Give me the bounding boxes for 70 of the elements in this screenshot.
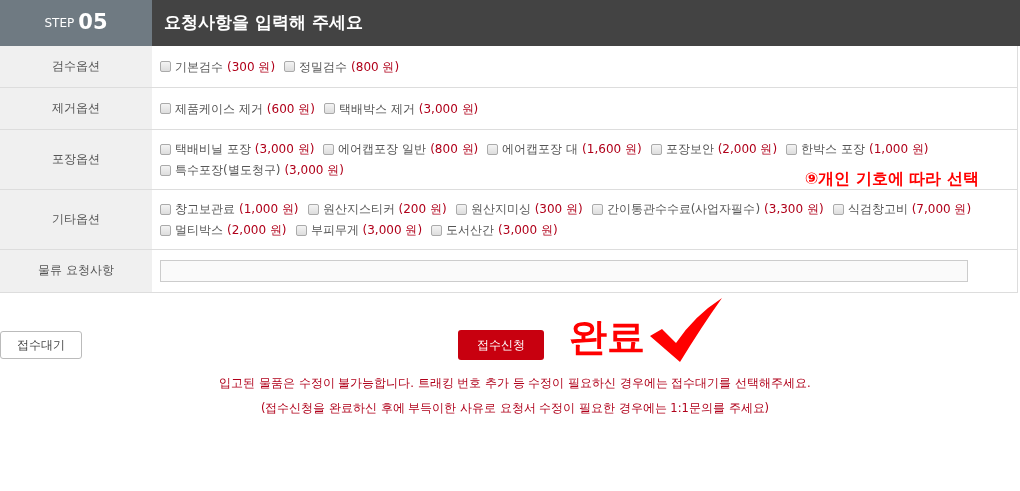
- option-label: 간이통관수수료(사업자필수): [606, 201, 761, 218]
- price-text: (3,000 원): [284, 162, 344, 179]
- price-text: (300 원): [534, 201, 583, 218]
- price-text: (2,000 원): [227, 222, 287, 239]
- option-label: 정밀검수: [299, 58, 348, 76]
- checkbox[interactable]: [455, 203, 467, 215]
- price-text: (3,000 원): [498, 222, 558, 239]
- option-label: 원산지미싱: [470, 201, 531, 218]
- section-title: 요청사항을 입력해 주세요: [152, 0, 1020, 46]
- checkbox[interactable]: [487, 143, 499, 155]
- step-number: 05: [78, 9, 108, 37]
- checkbox[interactable]: [323, 143, 335, 155]
- option-label: 택배비닐 포장: [175, 141, 251, 158]
- price-text: (3,000 원): [362, 222, 423, 239]
- price-text: (800 원): [351, 58, 400, 76]
- notice-text: (접수신청을 완료하신 후에 부득이한 사유로 요청서 수정이 필요한 경우에는 1:1문의를 주세요): [260, 400, 769, 418]
- checkbox[interactable]: [160, 103, 171, 114]
- option-label: 한박스 포장: [801, 141, 865, 158]
- price-text: (1,600 원): [582, 141, 642, 158]
- option-label: 기본검수: [175, 58, 223, 76]
- row-label: 물류 요청사항: [0, 250, 152, 292]
- input-field[interactable]: [160, 260, 968, 282]
- option-label: 에어캡포장 일반: [338, 141, 427, 158]
- checkbox[interactable]: [160, 61, 171, 72]
- checkbox[interactable]: [160, 203, 171, 215]
- price-text: (3,300 원): [764, 201, 824, 218]
- annotation-text: ⑨개인 기호에 따라 선택: [804, 168, 979, 190]
- checkbox[interactable]: [786, 143, 798, 155]
- option-label: 부피무게: [310, 222, 359, 239]
- option-label: 에어캡포장 대: [502, 141, 579, 158]
- checkbox[interactable]: [323, 103, 335, 114]
- checkbox[interactable]: [307, 203, 319, 215]
- row-label: 제거옵션: [0, 88, 152, 129]
- option-label: 제품케이스 제거: [175, 100, 263, 118]
- price-text: (200 원): [398, 201, 447, 218]
- price-text: (3,000 원): [418, 100, 479, 118]
- option-label: 택배박스 제거: [338, 100, 415, 118]
- option-label: 멀티박스: [175, 222, 223, 239]
- price-text: (1,000 원): [239, 201, 299, 218]
- step-label: STEP: [44, 15, 75, 32]
- price-text: (1,000 원): [869, 141, 929, 158]
- checkbox[interactable]: [591, 203, 603, 215]
- checkbox[interactable]: [160, 164, 171, 176]
- row-label: 검수옵션: [0, 46, 152, 87]
- done-annotation: 완료: [569, 318, 645, 356]
- price-text: (800 원): [430, 141, 479, 158]
- price-text: (600 원): [266, 100, 315, 118]
- row-label: 포장옵션: [0, 130, 152, 189]
- option-label: 식검창고비: [847, 201, 908, 218]
- checkbox[interactable]: [650, 143, 662, 155]
- checkbox[interactable]: [295, 224, 307, 236]
- checkbox[interactable]: [431, 224, 443, 236]
- price-text: (2,000 원): [717, 141, 778, 158]
- option-label: 특수포장(별도청구): [175, 162, 281, 179]
- checkbox[interactable]: [160, 143, 171, 155]
- checkmark-icon: [648, 298, 724, 364]
- price-text: (3,000 원): [254, 141, 315, 158]
- checkbox[interactable]: [832, 203, 844, 215]
- submit-button[interactable]: 접수신청: [458, 330, 544, 360]
- price-text: (7,000 원): [911, 201, 972, 218]
- price-text: (300 원): [227, 58, 276, 76]
- option-label: 포장보안: [665, 141, 714, 158]
- option-label: 창고보관료: [175, 201, 235, 218]
- notice-text: 입고된 물품은 수정이 불가능합니다. 트래킹 번호 추가 등 수정이 필요하신 경우에는 접수대기를 선택해주세요.: [219, 375, 811, 392]
- checkbox[interactable]: [160, 224, 171, 236]
- option-label: 도서산간: [446, 222, 495, 239]
- row-label: 기타옵션: [0, 190, 152, 249]
- wait-button[interactable]: 접수대기: [0, 331, 82, 359]
- option-label: 원산지스티커: [322, 201, 395, 218]
- checkbox[interactable]: [284, 61, 296, 72]
